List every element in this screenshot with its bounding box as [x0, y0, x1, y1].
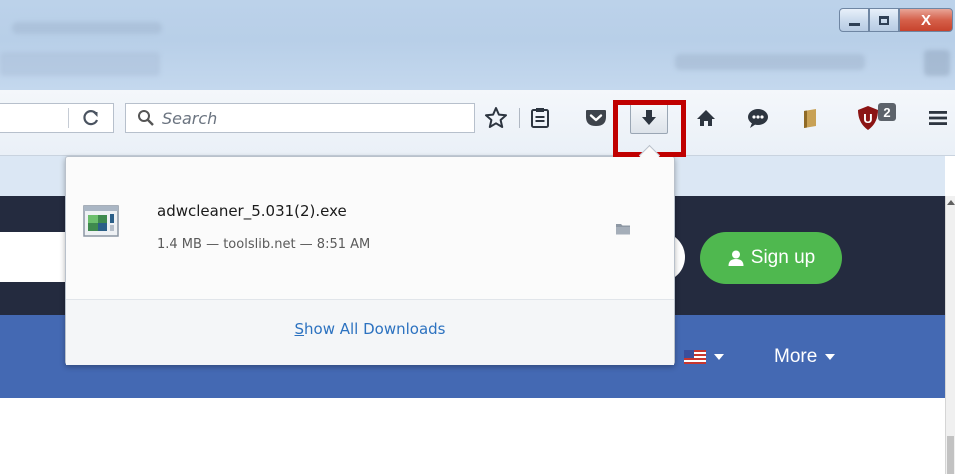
browser-tab-blurred[interactable] [0, 52, 160, 76]
show-all-downloads-link[interactable]: Show All Downloads [295, 320, 446, 338]
maximize-icon [879, 15, 889, 25]
signup-button[interactable]: Sign up [700, 232, 842, 284]
bookmark-star-icon [485, 107, 507, 128]
minimize-icon [848, 22, 860, 26]
window-titlebar: X [0, 0, 955, 90]
toolbar-separator [519, 108, 520, 128]
svg-text:U: U [863, 111, 872, 126]
pocket-button[interactable] [578, 100, 614, 136]
signup-label: Sign up [750, 247, 816, 268]
bookmark-star-button[interactable] [478, 100, 514, 136]
window-title-blurred [12, 22, 162, 34]
downloads-panel-footer: Show All Downloads [66, 299, 674, 365]
bookmark-book-icon [804, 109, 816, 128]
minimize-button[interactable] [839, 8, 869, 32]
chevron-down-icon [825, 354, 836, 360]
reading-list-button[interactable] [522, 100, 558, 136]
titlebar-right-icon-blurred [924, 50, 950, 76]
more-dropdown[interactable]: More [774, 346, 836, 368]
navigation-toolbar: U [0, 90, 955, 156]
reload-icon [83, 110, 99, 126]
search-bar[interactable] [125, 103, 475, 133]
page-scrollbar[interactable] [945, 196, 955, 474]
chat-button[interactable] [740, 100, 776, 136]
user-icon [728, 250, 744, 266]
window-controls: X [839, 8, 953, 34]
download-item[interactable]: adwcleaner_5.031(2).exe 1.4 MB — toolsli… [66, 157, 674, 299]
us-flag-icon [684, 350, 706, 364]
close-button[interactable]: X [899, 8, 953, 32]
close-icon: X [920, 11, 931, 29]
downloads-panel: adwcleaner_5.031(2).exe 1.4 MB — toolsli… [65, 156, 675, 365]
page-content [0, 398, 945, 474]
search-input[interactable] [158, 107, 464, 129]
titlebar-right-blurred [675, 54, 865, 70]
more-label: More [774, 346, 818, 367]
home-button[interactable] [688, 100, 724, 136]
folder-icon [616, 224, 630, 235]
reload-button[interactable] [69, 104, 113, 132]
scroll-up-arrow-icon[interactable] [947, 200, 955, 205]
scrollbar-thumb[interactable] [947, 436, 954, 474]
maximize-button[interactable] [869, 8, 899, 32]
url-bar[interactable] [0, 103, 114, 133]
home-icon [697, 110, 715, 126]
exe-file-icon [83, 205, 119, 237]
chevron-down-icon [714, 354, 724, 360]
ublock-badge: 2 [878, 103, 896, 121]
download-filename: adwcleaner_5.031(2).exe [157, 202, 347, 220]
menu-button[interactable] [920, 100, 955, 136]
menu-icon [929, 111, 947, 125]
language-dropdown[interactable] [684, 350, 724, 364]
reading-list-icon [531, 108, 549, 128]
bookmark-book-button[interactable] [792, 100, 828, 136]
open-folder-button[interactable] [611, 219, 635, 239]
download-status: 1.4 MB — toolslib.net — 8:51 AM [157, 237, 371, 252]
pocket-icon [586, 110, 606, 126]
search-icon [134, 106, 158, 130]
chat-icon [748, 109, 768, 128]
